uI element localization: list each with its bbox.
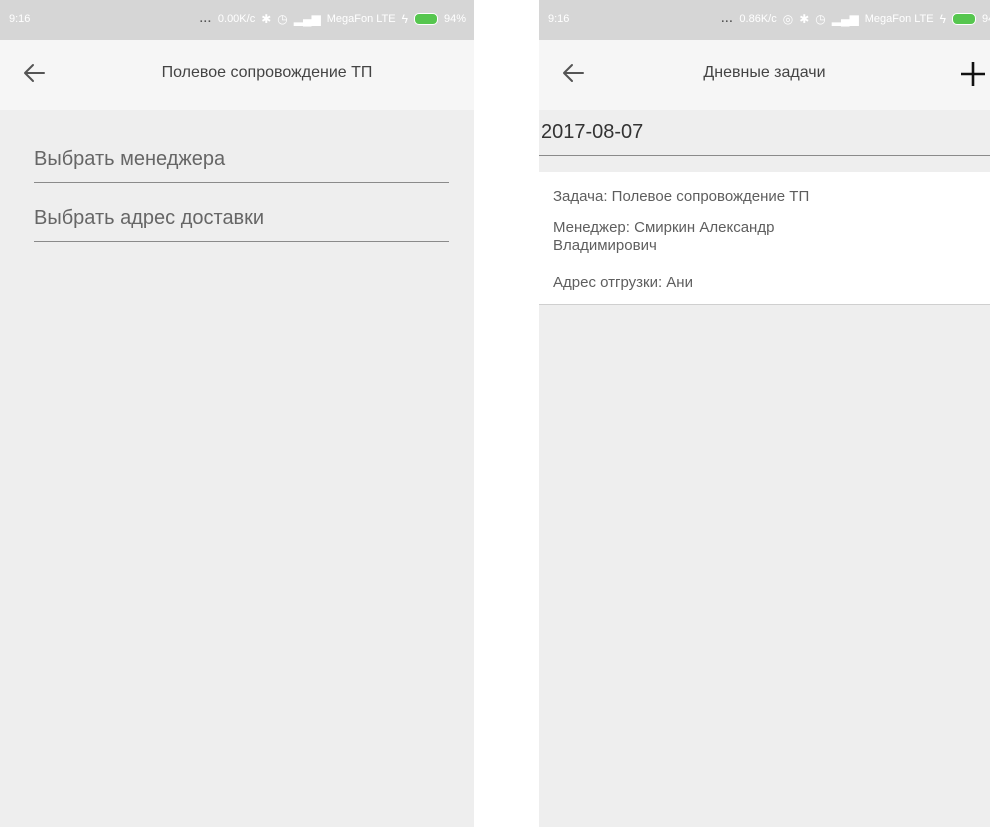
task-name: Задача: Полевое сопровождение ТП: [553, 188, 810, 205]
page-title: Дневные задачи: [703, 64, 826, 81]
alarm-icon: ◷: [277, 12, 288, 26]
app-bar: Дневные задачи: [539, 40, 990, 110]
right-screen: 9:16 ... 0.86K/c ◎ ✱ ◷ ▂▄▆ MegaFon LTE ϟ…: [539, 0, 990, 827]
status-bar: 9:16 ... 0.86K/c ◎ ✱ ◷ ▂▄▆ MegaFon LTE ϟ…: [539, 0, 990, 40]
status-dots: ...: [199, 13, 212, 25]
carrier-name: MegaFon LTE: [326, 13, 396, 25]
charging-icon: ϟ: [401, 12, 408, 26]
left-screen: 9:16 ... 0.00K/c ✱ ◷ ▂▄▆ MegaFon LTE ϟ 9…: [0, 0, 474, 827]
select-delivery-address-label: Выбрать адрес доставки: [34, 207, 265, 229]
back-button[interactable]: [18, 56, 52, 90]
date-value: 2017-08-07: [541, 121, 644, 143]
status-time: 9:16: [548, 13, 570, 25]
page-title: Полевое сопровождение ТП: [161, 64, 373, 81]
task-address: Адрес отгрузки: Ани: [553, 274, 693, 291]
status-right-group: ... 0.00K/c ✱ ◷ ▂▄▆ MegaFon LTE ϟ 94%: [200, 12, 466, 26]
battery-icon: [951, 13, 976, 25]
status-dots: ...: [721, 13, 734, 25]
task-manager: Менеджер: Смиркин Александр Владимирович: [553, 219, 775, 254]
select-manager-field[interactable]: Выбрать менеджера: [34, 142, 449, 183]
date-field[interactable]: 2017-08-07: [539, 110, 990, 156]
location-icon: ◎: [782, 12, 794, 26]
bluetooth-icon: ✱: [799, 12, 810, 26]
arrow-left-icon: [24, 64, 45, 82]
bluetooth-icon: ✱: [261, 12, 272, 26]
battery-percent: 94%: [443, 13, 466, 25]
carrier-name: MegaFon LTE: [864, 13, 934, 25]
signal-icon: ▂▄▆: [293, 12, 321, 26]
select-delivery-address-field[interactable]: Выбрать адрес доставки: [34, 201, 449, 242]
charging-icon: ϟ: [939, 12, 946, 26]
signal-icon: ▂▄▆: [831, 12, 859, 26]
select-manager-label: Выбрать менеджера: [34, 148, 226, 170]
alarm-icon: ◷: [815, 12, 826, 26]
add-task-button[interactable]: [956, 57, 990, 91]
battery-icon: [413, 13, 438, 25]
status-bar: 9:16 ... 0.00K/c ✱ ◷ ▂▄▆ MegaFon LTE ϟ 9…: [0, 0, 474, 40]
task-card[interactable]: Задача: Полевое сопровождение ТП Менедже…: [539, 172, 990, 305]
app-bar: Полевое сопровождение ТП: [0, 40, 474, 110]
status-time: 9:16: [9, 13, 31, 25]
status-right-group: ... 0.86K/c ◎ ✱ ◷ ▂▄▆ MegaFon LTE ϟ 94%: [721, 12, 990, 26]
plus-icon: [961, 62, 985, 86]
network-speed: 0.00K/c: [217, 13, 256, 25]
network-speed: 0.86K/c: [739, 13, 777, 25]
battery-percent: 94%: [981, 13, 990, 25]
